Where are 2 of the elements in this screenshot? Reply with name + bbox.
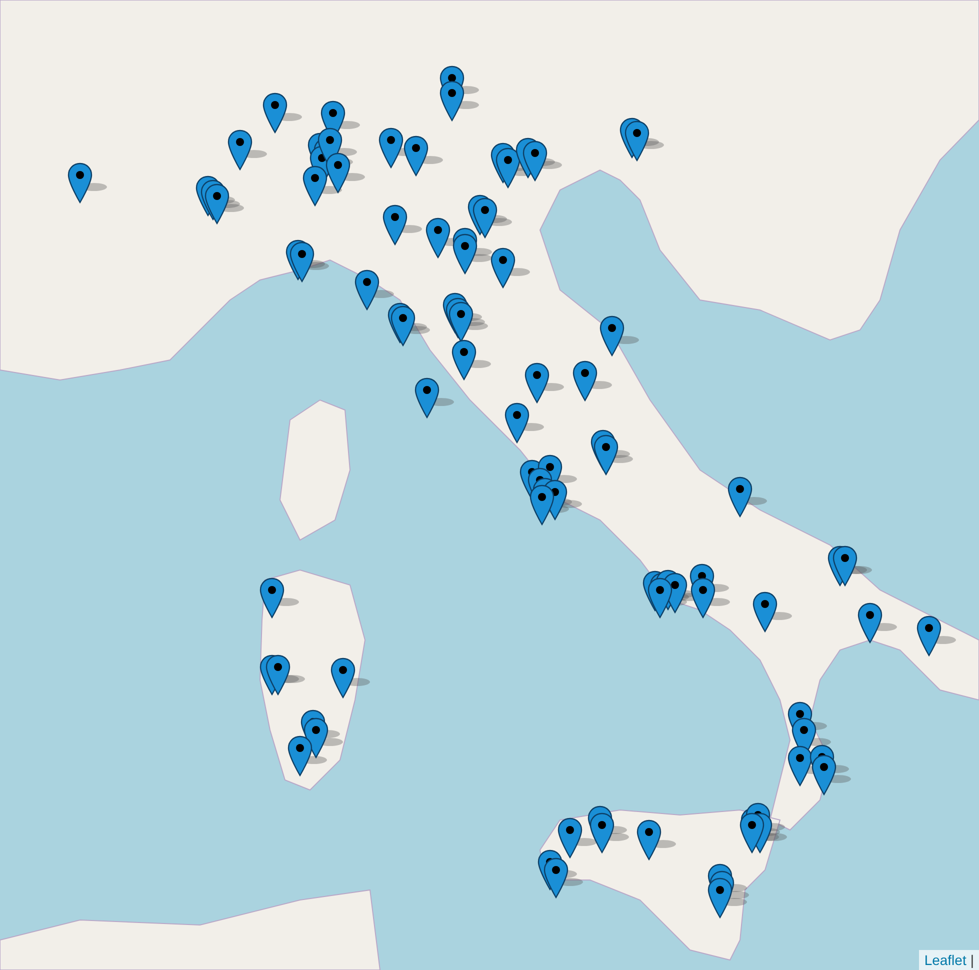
attribution-separator: |: [970, 951, 974, 970]
leaflet-link[interactable]: Leaflet: [924, 950, 966, 970]
